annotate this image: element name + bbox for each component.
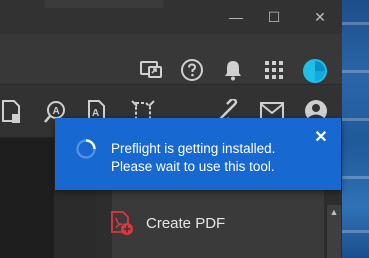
svg-text:A: A (53, 106, 60, 117)
create-pdf-item[interactable]: Create PDF (108, 210, 225, 236)
document-area (0, 138, 54, 258)
title-bar: — ☐ ✕ (0, 0, 342, 34)
apps-grid-icon[interactable] (264, 60, 284, 80)
loading-spinner-icon (75, 138, 97, 165)
share-screen-icon[interactable] (139, 58, 163, 80)
panel-scrollbar[interactable]: ▲ (326, 205, 341, 258)
maximize-button[interactable]: ☐ (263, 7, 285, 27)
minimize-button[interactable]: — (225, 7, 247, 27)
create-pdf-label: Create PDF (146, 214, 226, 232)
preflight-toast: Preflight is getting installed. Please w… (55, 118, 341, 190)
toast-message-line2: Please wait to use this tool. (111, 159, 275, 174)
app-window: — ☐ ✕ A A Create PDF ▲ Preflight is gett… (0, 0, 342, 258)
toast-message-line1: Preflight is getting installed. (111, 141, 276, 156)
avatar[interactable] (303, 59, 327, 83)
bell-icon[interactable] (222, 58, 244, 82)
header-bar (0, 34, 342, 85)
help-icon[interactable] (180, 58, 204, 82)
toast-message: Preflight is getting installed. Please w… (111, 140, 311, 176)
desktop-background (342, 0, 369, 258)
close-window-button[interactable]: ✕ (309, 7, 331, 27)
edit-pdf-icon[interactable] (0, 99, 24, 125)
toast-close-button[interactable]: ✕ (313, 130, 329, 146)
create-pdf-icon (108, 210, 134, 236)
screen: — ☐ ✕ A A Create PDF ▲ Preflight is gett… (0, 0, 369, 258)
scroll-up-arrow[interactable]: ▲ (329, 207, 339, 217)
